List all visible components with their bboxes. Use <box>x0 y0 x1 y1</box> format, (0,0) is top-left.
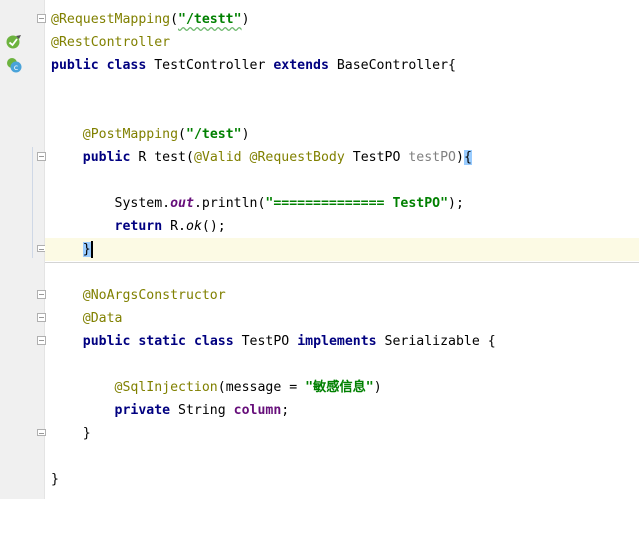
code-editor[interactable]: @RequestMapping("/testt") @RestControlle… <box>45 0 639 499</box>
code-line: public static class TestPO implements Se… <box>82 334 496 349</box>
string-literal: "敏感信息" <box>305 380 374 395</box>
annotation: @SqlInjection <box>114 380 218 395</box>
code-line: @RestController <box>45 31 639 54</box>
code-line: } <box>51 472 59 487</box>
matched-brace: { <box>463 150 472 165</box>
annotation: @NoArgsConstructor <box>82 288 226 303</box>
string-literal: "============== TestPO" <box>265 196 449 211</box>
string-literal: "/test" <box>186 127 242 142</box>
spring-bean-icon[interactable] <box>6 34 22 50</box>
code-line: @RequestMapping("/testt") <box>51 12 250 27</box>
code-line: private String column; <box>114 403 290 418</box>
text-caret <box>90 240 93 258</box>
class-implemented-icon[interactable]: c <box>6 57 22 73</box>
svg-text:c: c <box>14 63 18 72</box>
code-line: System.out.println("============== TestP… <box>114 196 464 211</box>
annotation: @PostMapping <box>82 127 179 142</box>
class-name: TestPO <box>233 334 298 349</box>
class-name: TestController <box>146 58 274 73</box>
current-line: } <box>45 238 639 261</box>
field-name: column <box>233 403 282 418</box>
code-line: public class TestController extends Base… <box>51 58 456 73</box>
method-separator <box>45 262 639 263</box>
parameter: testPO <box>408 150 456 165</box>
annotation: @RestController <box>51 35 171 50</box>
string-literal: "/testt" <box>178 12 242 27</box>
code-line: return R.ok(); <box>114 219 226 234</box>
code-line: @Data <box>45 307 639 330</box>
code-line: } <box>82 426 91 441</box>
method-scope-line <box>32 147 33 258</box>
code-line: @NoArgsConstructor <box>45 284 639 307</box>
code-line: @PostMapping("/test") <box>82 127 250 142</box>
code-line: @SqlInjection(message = "敏感信息") <box>114 380 382 395</box>
code-line: public R test(@Valid @RequestBody TestPO… <box>82 150 472 165</box>
annotation: @RequestMapping <box>51 12 171 27</box>
matched-brace: } <box>82 242 91 257</box>
annotation: @Data <box>82 311 123 326</box>
